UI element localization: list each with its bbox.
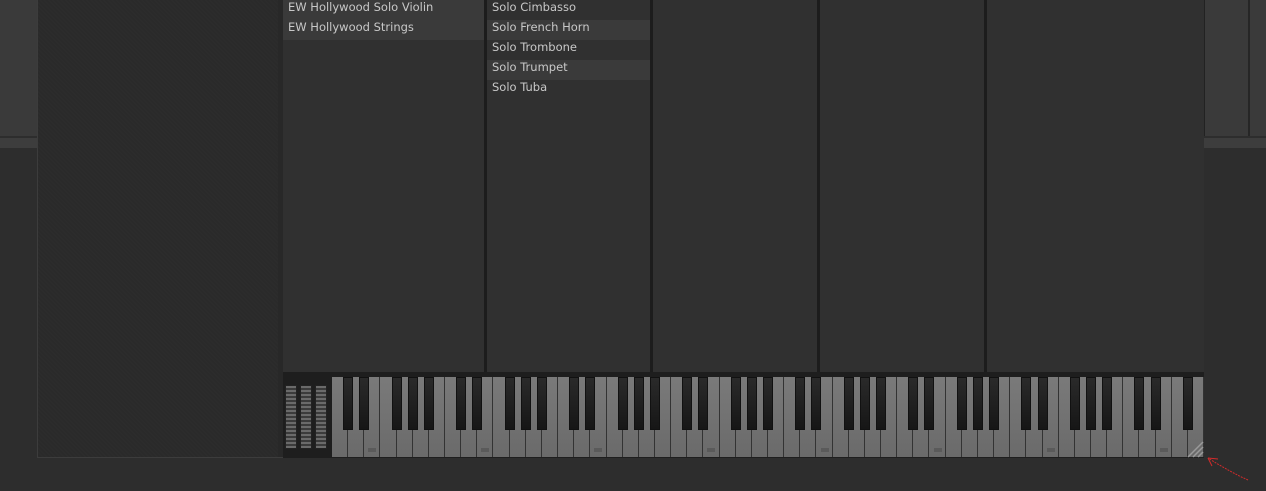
octave-marker xyxy=(820,448,829,452)
black-key[interactable] xyxy=(569,377,580,430)
pitch-wheel[interactable] xyxy=(285,385,297,449)
octave-marker xyxy=(1046,448,1055,452)
black-key[interactable] xyxy=(407,377,418,430)
black-key[interactable] xyxy=(956,377,967,430)
black-key[interactable] xyxy=(795,377,806,430)
black-key[interactable] xyxy=(585,377,596,430)
library-list-item[interactable]: EW Hollywood Solo Violin xyxy=(283,0,484,20)
background-panel-left xyxy=(0,0,41,136)
octave-marker xyxy=(933,448,942,452)
articulation-column xyxy=(653,0,817,372)
background-panel-right xyxy=(1204,0,1266,136)
expression-wheel[interactable] xyxy=(315,385,327,449)
black-key[interactable] xyxy=(1085,377,1096,430)
black-key[interactable] xyxy=(423,377,434,430)
black-key[interactable] xyxy=(682,377,693,430)
black-key[interactable] xyxy=(1069,377,1080,430)
black-key[interactable] xyxy=(876,377,887,430)
black-key[interactable] xyxy=(1021,377,1032,430)
black-key[interactable] xyxy=(924,377,935,430)
black-key[interactable] xyxy=(617,377,628,430)
black-key[interactable] xyxy=(972,377,983,430)
octave-marker xyxy=(1159,448,1168,452)
black-key[interactable] xyxy=(859,377,870,430)
black-key[interactable] xyxy=(1134,377,1145,430)
black-key[interactable] xyxy=(472,377,483,430)
black-key[interactable] xyxy=(908,377,919,430)
black-key[interactable] xyxy=(1037,377,1048,430)
instrument-list-item[interactable]: Solo Trombone xyxy=(487,40,650,60)
mod-wheel[interactable] xyxy=(300,385,312,449)
black-key[interactable] xyxy=(1102,377,1113,430)
black-key[interactable] xyxy=(520,377,531,430)
black-key[interactable] xyxy=(456,377,467,430)
octave-marker xyxy=(594,448,603,452)
instrument-list-item[interactable]: Solo Tuba xyxy=(487,80,650,100)
black-key[interactable] xyxy=(989,377,1000,430)
black-key[interactable] xyxy=(391,377,402,430)
library-list-item[interactable]: EW Hollywood Strings xyxy=(283,20,484,40)
detail-column xyxy=(987,0,1204,372)
patch-column xyxy=(820,0,984,372)
left-side-panel xyxy=(38,0,278,457)
octave-marker xyxy=(481,448,490,452)
black-key[interactable] xyxy=(359,377,370,430)
black-key[interactable] xyxy=(649,377,660,430)
black-key[interactable] xyxy=(343,377,354,430)
black-key[interactable] xyxy=(730,377,741,430)
background-strip-left xyxy=(0,138,40,148)
instrument-column: Solo Cimbasso Solo French Horn Solo Trom… xyxy=(487,0,650,372)
black-key[interactable] xyxy=(536,377,547,430)
instrument-list-item[interactable]: Solo Cimbasso xyxy=(487,0,650,20)
wheel-controls xyxy=(285,385,329,449)
background-strip-right xyxy=(1204,138,1266,148)
black-key[interactable] xyxy=(843,377,854,430)
panel-separator xyxy=(1248,0,1250,136)
black-key[interactable] xyxy=(504,377,515,430)
instrument-list-item[interactable]: Solo Trumpet xyxy=(487,60,650,80)
black-key[interactable] xyxy=(1150,377,1161,430)
black-key[interactable] xyxy=(746,377,757,430)
black-key[interactable] xyxy=(1182,377,1193,430)
black-key[interactable] xyxy=(811,377,822,430)
black-key[interactable] xyxy=(763,377,773,430)
instrument-list-item[interactable]: Solo French Horn xyxy=(487,20,650,40)
library-column: EW Hollywood Solo Violin EW Hollywood St… xyxy=(283,0,484,372)
black-key[interactable] xyxy=(698,377,709,430)
octave-marker xyxy=(368,448,377,452)
annotation-arrow-icon xyxy=(1207,457,1249,481)
black-key[interactable] xyxy=(633,377,644,430)
piano-keyboard[interactable] xyxy=(332,377,1204,457)
octave-marker xyxy=(707,448,716,452)
